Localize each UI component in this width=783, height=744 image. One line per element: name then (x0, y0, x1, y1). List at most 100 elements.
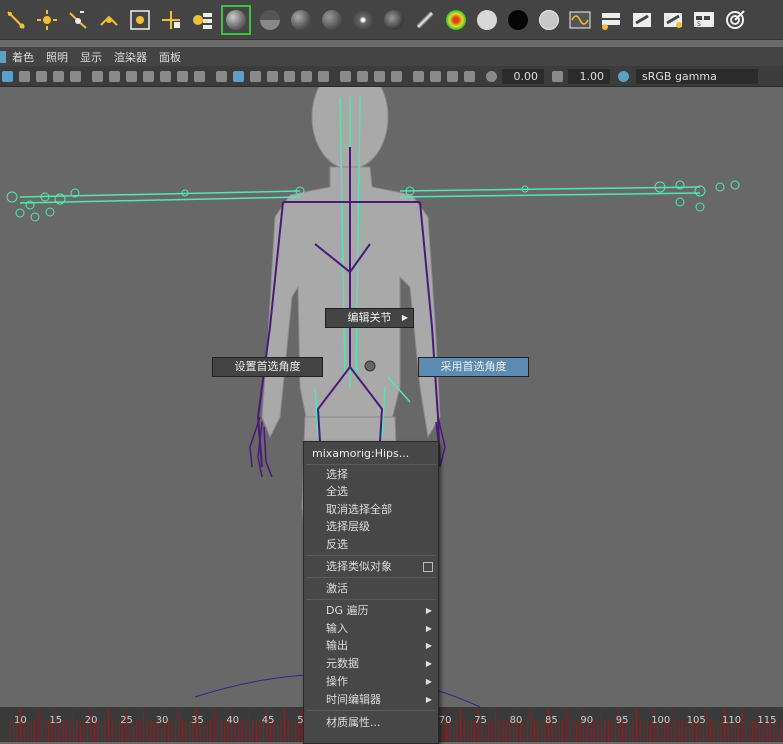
shelf: S (0, 0, 783, 40)
color-management-icon[interactable] (618, 70, 629, 82)
menu-item-material-attributes[interactable]: 材质属性... (304, 714, 438, 731)
menu-item-time-editor[interactable]: 时间编辑器 ▶ (304, 691, 438, 708)
pivot-handle[interactable] (364, 360, 376, 372)
gate-mask-icon[interactable] (143, 70, 154, 82)
menu-item-deselect-all[interactable]: 取消选择全部 (304, 501, 438, 518)
field-chart-icon[interactable] (160, 70, 171, 82)
joint-tool-icon[interactable] (35, 8, 59, 32)
frame-label: 35 (191, 715, 204, 726)
resolution-gate-icon[interactable] (126, 70, 137, 82)
menu-item-activate[interactable]: 激活 (304, 580, 438, 597)
menu-shading[interactable]: 着色 (6, 49, 40, 65)
edit-joint-label: 编辑关节 (347, 311, 392, 324)
panel-menu-bar: 着色 照明 显示 渲染器 面板 (0, 47, 783, 67)
isolate-select-icon[interactable] (413, 70, 424, 82)
screen-space-ao-icon[interactable] (340, 70, 351, 82)
camera-attributes-icon[interactable] (2, 70, 13, 82)
white-ball-icon[interactable] (475, 8, 499, 32)
shadows-icon[interactable] (318, 70, 329, 82)
black-ball-icon[interactable] (506, 8, 530, 32)
submenu-arrow-icon: ▶ (401, 313, 408, 322)
image-plane-icon[interactable] (36, 70, 47, 82)
film-gate-icon[interactable] (109, 70, 120, 82)
anisotropic-ball-icon[interactable] (413, 8, 437, 32)
smooth-shade-icon[interactable] (233, 70, 244, 82)
menu-item-outputs[interactable]: 输出 ▶ (304, 637, 438, 654)
submenu-arrow-icon: ▶ (425, 606, 432, 615)
set-preferred-angle-button[interactable]: 设置首选角度 (212, 357, 323, 377)
half-sphere-icon[interactable] (258, 8, 282, 32)
exposure-field[interactable]: 0.00 (502, 68, 544, 84)
grease-pencil-icon[interactable] (70, 70, 81, 82)
assume-preferred-angle-button[interactable]: 采用首选角度 (418, 357, 529, 377)
hypershade-icon[interactable]: S (692, 8, 716, 32)
frame-label: 25 (120, 715, 133, 726)
frame-label: 30 (156, 715, 169, 726)
edit-joint-button[interactable]: 编辑关节 ▶ (325, 308, 414, 328)
menu-item-select-similar-label: 选择类似对象 (326, 560, 392, 573)
menu-item-inputs[interactable]: 输入 ▶ (304, 620, 438, 637)
use-all-lights-icon[interactable] (301, 70, 312, 82)
view-transform-select[interactable]: sRGB gamma (636, 68, 758, 84)
default-material-icon[interactable] (250, 70, 261, 82)
textured-icon[interactable] (284, 70, 295, 82)
menu-separator (306, 599, 436, 600)
menu-renderer[interactable]: 渲染器 (108, 49, 153, 65)
frame-label: 105 (687, 715, 706, 726)
menu-item-invert-selection[interactable]: 反选 (304, 536, 438, 553)
skin-cluster-icon[interactable] (190, 8, 214, 32)
frame-label: 95 (616, 715, 629, 726)
frame-label: 15 (49, 715, 62, 726)
smooth-skin-icon[interactable] (128, 8, 152, 32)
menu-panels[interactable]: 面板 (153, 49, 187, 65)
grey-ball-icon[interactable] (537, 8, 561, 32)
assume-preferred-angle-label: 采用首选角度 (440, 360, 507, 373)
graph-editor-icon[interactable] (568, 8, 592, 32)
safe-action-icon[interactable] (177, 70, 188, 82)
context-menu-title[interactable]: mixamorig:Hips... (304, 445, 438, 462)
menu-item-select-hierarchy[interactable]: 选择层级 (304, 518, 438, 535)
menu-item-time-editor-label: 时间编辑器 (326, 693, 381, 706)
gamma-field[interactable]: 1.00 (568, 68, 610, 84)
menu-item-actions[interactable]: 操作 ▶ (304, 673, 438, 690)
render-target-icon[interactable] (723, 8, 747, 32)
phong-ball-icon[interactable] (351, 8, 375, 32)
render-view-icon[interactable] (630, 8, 654, 32)
menu-item-actions-label: 操作 (326, 675, 348, 688)
safe-title-icon[interactable] (194, 70, 205, 82)
xray-joints-icon[interactable] (447, 70, 458, 82)
2d-pan-icon[interactable] (53, 70, 64, 82)
frame-label: 80 (510, 715, 523, 726)
spline-ik-icon[interactable] (66, 8, 90, 32)
menu-lighting[interactable]: 照明 (40, 49, 74, 65)
menu-item-select-all[interactable]: 全选 (304, 483, 438, 500)
bookmark-icon[interactable] (19, 70, 30, 82)
wireframe-icon[interactable] (216, 70, 227, 82)
shaded-wireframe-icon[interactable] (267, 70, 278, 82)
submenu-arrow-icon: ▶ (425, 695, 432, 704)
depth-of-field-icon[interactable] (391, 70, 402, 82)
menu-item-select-similar[interactable]: 选择类似对象 (304, 558, 438, 575)
grid-icon[interactable] (92, 70, 103, 82)
ramp-ball-icon[interactable] (444, 8, 468, 32)
lambert-ball-icon[interactable] (289, 8, 313, 32)
ipr-render-icon[interactable] (661, 8, 685, 32)
motion-blur-icon[interactable] (357, 70, 368, 82)
bind-skin-icon[interactable] (97, 8, 121, 32)
option-box-icon[interactable] (423, 562, 433, 572)
phongE-ball-icon[interactable] (382, 8, 406, 32)
render-settings-icon[interactable] (599, 8, 623, 32)
menu-item-select[interactable]: 选择 (304, 466, 438, 483)
menu-show[interactable]: 显示 (74, 49, 108, 65)
ik-handle-icon[interactable] (4, 8, 28, 32)
xray-icon[interactable] (430, 70, 441, 82)
paint-weights-icon[interactable] (159, 8, 183, 32)
menu-item-metadata[interactable]: 元数据 ▶ (304, 655, 438, 672)
xray-components-icon[interactable] (464, 70, 475, 82)
exposure-icon (486, 70, 497, 82)
menu-item-dg-traversal-label: DG 遍历 (326, 604, 369, 617)
sphere-material-icon[interactable] (221, 4, 251, 35)
menu-item-dg-traversal[interactable]: DG 遍历 ▶ (304, 602, 438, 619)
blinn-ball-icon[interactable] (320, 8, 344, 32)
anti-aliasing-icon[interactable] (374, 70, 385, 82)
